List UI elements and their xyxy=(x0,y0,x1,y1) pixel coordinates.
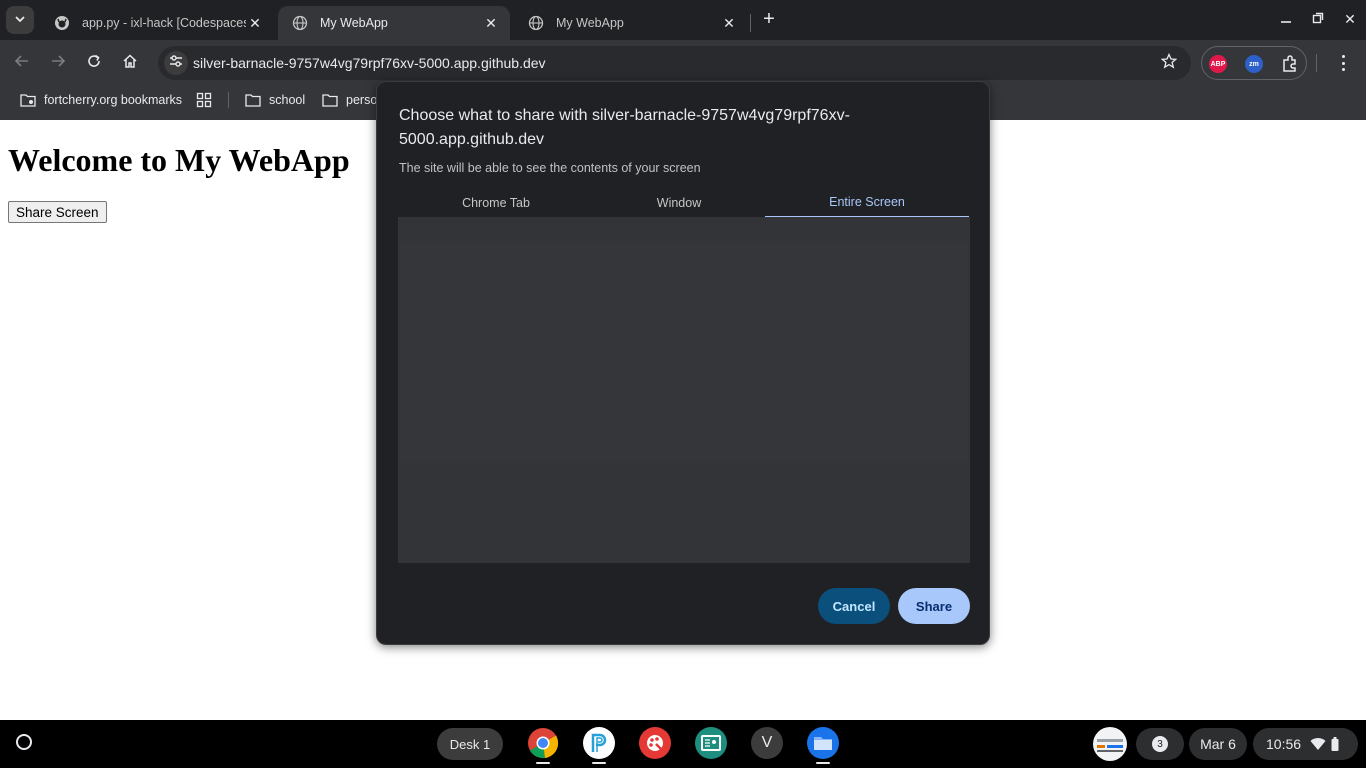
wifi-icon xyxy=(1310,737,1326,751)
close-tab-icon[interactable]: ✕ xyxy=(246,14,264,32)
tab-search-button[interactable] xyxy=(6,6,34,34)
share-source-tabs: Chrome Tab Window Entire Screen xyxy=(399,188,969,218)
tab-2[interactable]: My WebApp ✕ xyxy=(278,6,510,40)
pearson-icon[interactable] xyxy=(583,727,615,759)
v-app-icon[interactable]: V xyxy=(751,727,783,759)
reload-button[interactable] xyxy=(81,50,107,76)
date-tray[interactable]: Mar 6 xyxy=(1189,728,1247,760)
forward-button[interactable] xyxy=(45,50,71,76)
minimize-icon xyxy=(1280,11,1292,27)
launcher-button[interactable] xyxy=(8,728,40,760)
share-button[interactable]: Share xyxy=(898,588,970,624)
github-icon xyxy=(54,15,70,31)
tune-icon xyxy=(169,54,183,73)
back-arrow-icon xyxy=(14,53,30,74)
notification-count-badge: 3 xyxy=(1152,736,1168,752)
tab-divider xyxy=(750,14,751,32)
battery-icon xyxy=(1331,737,1339,751)
notification-tray[interactable]: 3 xyxy=(1136,728,1184,760)
url-text[interactable]: silver-barnacle-9757w4vg79rpf76xv-5000.a… xyxy=(193,55,546,71)
restore-button[interactable] xyxy=(1307,8,1329,30)
reload-icon xyxy=(86,53,102,74)
tab-title: My WebApp xyxy=(320,16,388,30)
bookmark-star-button[interactable] xyxy=(1159,52,1179,74)
zoom-extension-icon[interactable]: zm xyxy=(1245,55,1263,73)
bookmark-folder-school[interactable]: school xyxy=(245,86,305,114)
home-icon xyxy=(122,53,138,74)
tab-3[interactable]: My WebApp ✕ xyxy=(514,6,748,40)
chrome-icon[interactable] xyxy=(527,727,559,759)
plus-icon: + xyxy=(763,8,775,30)
dialog-subtitle: The site will be able to see the content… xyxy=(399,161,701,175)
site-info-button[interactable] xyxy=(164,51,188,75)
page-heading: Welcome to My WebApp xyxy=(8,142,350,178)
toolbar-divider xyxy=(1316,54,1317,72)
tab-chrome-tab[interactable]: Chrome Tab xyxy=(399,188,593,218)
close-window-button[interactable]: ✕ xyxy=(1339,8,1361,30)
tab-strip: app.py - ixl-hack [Codespaces: ✕ My WebA… xyxy=(0,0,1366,40)
bookmark-fortcherry[interactable]: fortcherry.org bookmarks xyxy=(20,86,182,114)
folder-icon xyxy=(245,92,261,108)
close-tab-icon[interactable]: ✕ xyxy=(482,14,500,32)
tab-title: My WebApp xyxy=(556,16,624,30)
screen-list-panel xyxy=(398,217,970,563)
new-tab-button[interactable]: + xyxy=(758,8,780,30)
tab-title: app.py - ixl-hack [Codespaces: xyxy=(82,16,246,30)
entire-screen-preview[interactable] xyxy=(400,243,968,461)
folder-icon xyxy=(322,92,338,108)
dialog-title: Choose what to share with silver-barnacl… xyxy=(399,107,850,148)
bookmarks-divider xyxy=(228,92,229,108)
close-icon: ✕ xyxy=(1344,10,1356,27)
forward-arrow-icon xyxy=(50,53,66,74)
close-tab-icon[interactable]: ✕ xyxy=(720,14,738,32)
chevron-down-icon xyxy=(14,13,26,28)
status-tray[interactable]: 10:56 xyxy=(1253,728,1358,760)
running-indicator xyxy=(592,762,606,764)
classroom-icon[interactable] xyxy=(695,727,727,759)
globe-icon xyxy=(528,15,544,31)
desk-button[interactable]: Desk 1 xyxy=(437,728,503,760)
browser-toolbar: silver-barnacle-9757w4vg79rpf76xv-5000.a… xyxy=(0,40,1366,86)
tab-window[interactable]: Window xyxy=(593,188,765,218)
star-icon xyxy=(1160,52,1178,74)
managed-folder-icon xyxy=(20,92,36,108)
adblock-plus-icon[interactable]: ABP xyxy=(1209,55,1227,73)
address-bar[interactable]: silver-barnacle-9757w4vg79rpf76xv-5000.a… xyxy=(158,46,1191,80)
cancel-button[interactable]: Cancel xyxy=(818,588,890,624)
home-button[interactable] xyxy=(117,50,143,76)
back-button[interactable] xyxy=(9,50,35,76)
globe-icon xyxy=(292,15,308,31)
bookmark-folder-personal[interactable]: perso xyxy=(322,86,377,114)
holding-space-icon[interactable] xyxy=(1093,727,1127,761)
extensions-area: ABP zm xyxy=(1201,46,1307,80)
launcher-circle-icon xyxy=(14,732,34,757)
screen-share-dialog: Choose what to share with silver-barnacl… xyxy=(376,81,990,645)
restore-icon xyxy=(1312,11,1324,27)
apps-grid-icon[interactable] xyxy=(196,86,212,114)
files-icon[interactable] xyxy=(807,727,839,759)
tab-1[interactable]: app.py - ixl-hack [Codespaces: ✕ xyxy=(40,6,274,40)
minimize-button[interactable] xyxy=(1275,8,1297,30)
running-indicator xyxy=(816,762,830,764)
running-indicator xyxy=(536,762,550,764)
clock-text: 10:56 xyxy=(1266,736,1302,752)
paint-icon[interactable] xyxy=(639,727,671,759)
chrome-menu-icon[interactable] xyxy=(1334,53,1352,73)
extensions-puzzle-icon[interactable] xyxy=(1280,54,1300,74)
tab-entire-screen[interactable]: Entire Screen xyxy=(765,188,969,218)
share-screen-button[interactable]: Share Screen xyxy=(8,201,107,223)
